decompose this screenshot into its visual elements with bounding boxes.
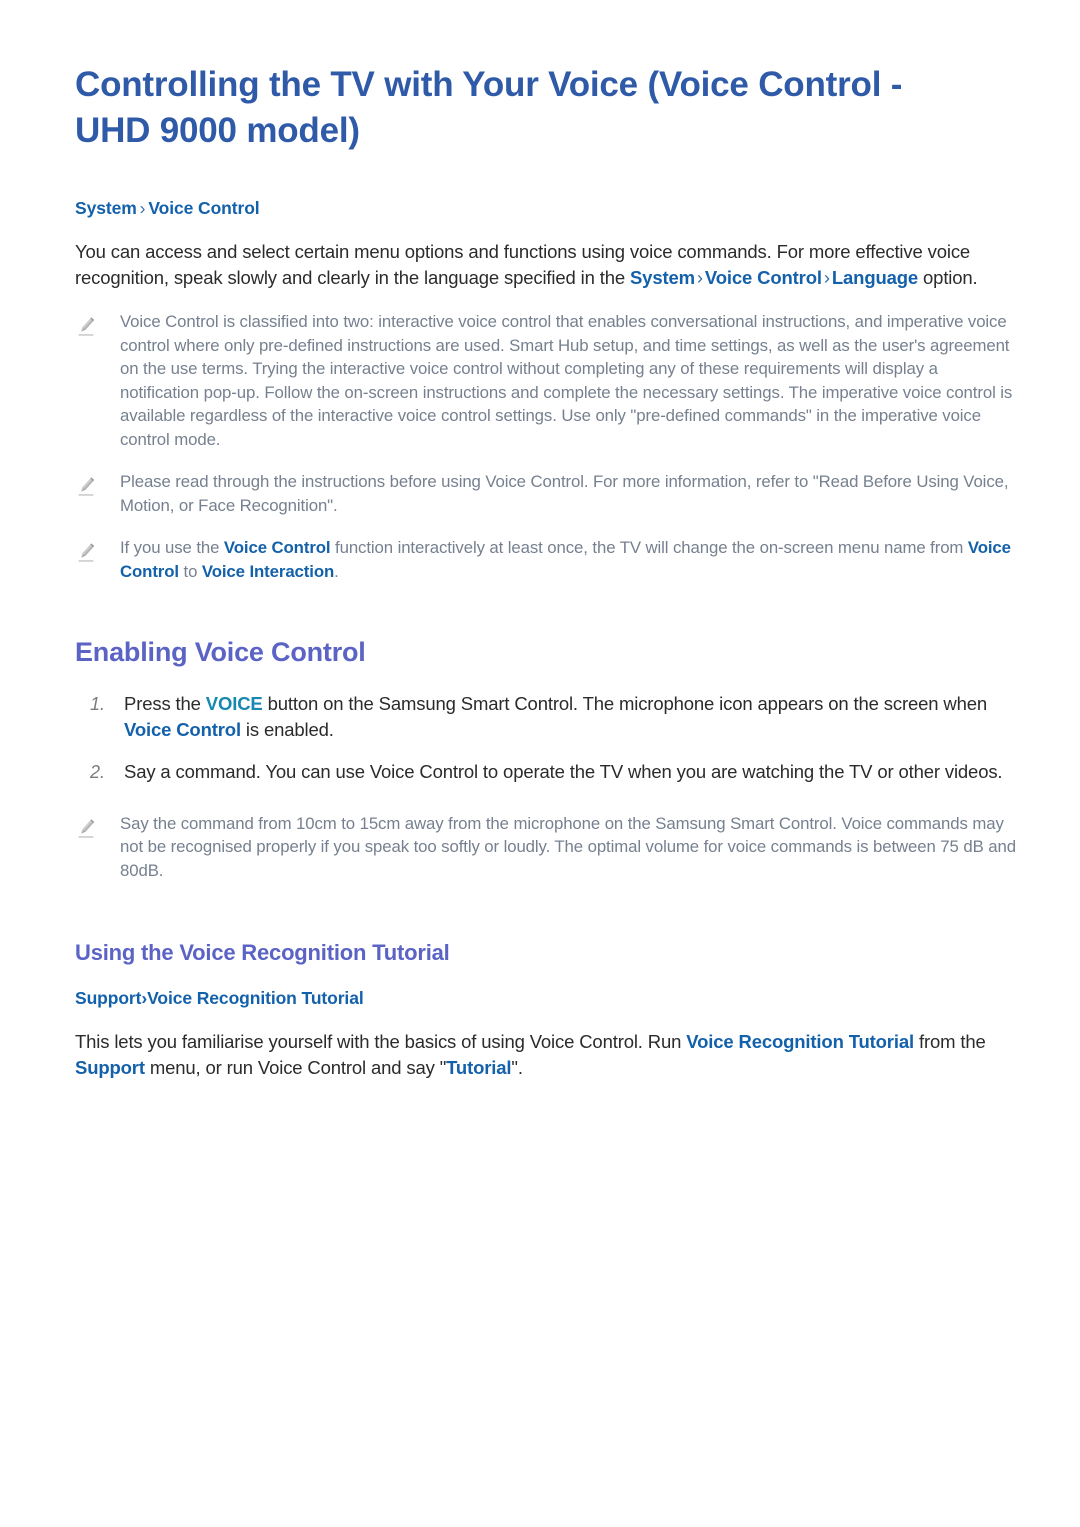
list-item-number: 2.	[89, 762, 105, 783]
page-title: Controlling the TV with Your Voice (Voic…	[75, 65, 903, 151]
chevron-right-icon: ›	[139, 198, 146, 219]
breadcrumb: System › Voice Control	[75, 198, 1020, 219]
breadcrumb-item-support[interactable]: Support	[75, 988, 141, 1008]
pencil-icon	[75, 541, 97, 563]
link-tutorial[interactable]: Tutorial	[446, 1057, 511, 1078]
list-item-text: Press the VOICE button on the Samsung Sm…	[124, 691, 1020, 744]
section-heading-voice-recognition-tutorial: Using the Voice Recognition Tutorial	[75, 940, 450, 966]
note-text-middle: function interactively at least once, th…	[330, 538, 968, 558]
tutorial-paragraph: This lets you familiarise yourself with …	[75, 1029, 1005, 1081]
chevron-right-icon: ›	[823, 267, 830, 289]
link-voice-control[interactable]: Voice Control	[224, 538, 331, 557]
section-heading-enabling-voice-control: Enabling Voice Control	[75, 637, 366, 668]
pencil-icon	[75, 315, 97, 337]
note-text-suffix: .	[334, 561, 339, 581]
pencil-icon	[75, 817, 97, 839]
link-support[interactable]: Support	[75, 1057, 145, 1078]
intro-paragraph: You can access and select certain menu o…	[75, 239, 1005, 291]
step-text-middle: button on the Samsung Smart Control. The…	[262, 692, 988, 714]
tutorial-text-part-3: menu, or run Voice Control and say "	[144, 1057, 447, 1079]
note-item: If you use the Voice Control function in…	[75, 536, 1020, 583]
tutorial-text-part-1: This lets you familiarise yourself with …	[75, 1031, 687, 1053]
link-voice-control[interactable]: Voice Control	[124, 719, 241, 740]
breadcrumb-item-voice-control[interactable]: Voice Control	[148, 198, 259, 218]
note-text: If you use the Voice Control function in…	[120, 536, 1020, 583]
note-item: Voice Control is classified into two: in…	[75, 310, 1020, 451]
link-language[interactable]: Language	[832, 267, 918, 288]
chevron-right-icon: ›	[696, 267, 703, 289]
note-item: Please read through the instructions bef…	[75, 470, 1020, 517]
tutorial-text-part-4: ".	[511, 1057, 523, 1079]
intro-text-part-2: option.	[918, 267, 978, 289]
step-text-suffix: is enabled.	[240, 718, 334, 740]
link-voice-interaction[interactable]: Voice Interaction	[202, 562, 334, 581]
breadcrumb: Support›Voice Recognition Tutorial	[75, 988, 1020, 1009]
link-voice-recognition-tutorial[interactable]: Voice Recognition Tutorial	[686, 1031, 914, 1052]
breadcrumb-item-system[interactable]: System	[75, 198, 137, 218]
link-voice-button[interactable]: VOICE	[206, 693, 263, 714]
note-text-joiner: to	[178, 561, 202, 581]
list-item: 1. Press the VOICE button on the Samsung…	[75, 691, 1020, 744]
list-item-number: 1.	[89, 693, 105, 714]
breadcrumb-item-voice-recognition-tutorial[interactable]: Voice Recognition Tutorial	[147, 988, 364, 1008]
note-text: Say the command from 10cm to 15cm away f…	[120, 813, 1016, 880]
step-text-prefix: Press the	[124, 692, 206, 714]
link-voice-control[interactable]: Voice Control	[705, 267, 822, 288]
pencil-icon	[75, 475, 97, 497]
ordered-list: 1. Press the VOICE button on the Samsung…	[75, 691, 1020, 786]
note-text-prefix: If you use the	[120, 538, 224, 558]
link-system[interactable]: System	[630, 267, 695, 288]
tutorial-text-part-2: from the	[913, 1031, 986, 1053]
note-text: Voice Control is classified into two: in…	[120, 312, 1013, 449]
list-item-text: Say a command. You can use Voice Control…	[124, 761, 1003, 783]
document-page: Controlling the TV with Your Voice (Voic…	[0, 0, 1080, 1527]
note-item: Say the command from 10cm to 15cm away f…	[75, 812, 1020, 883]
list-item: 2. Say a command. You can use Voice Cont…	[75, 759, 1020, 786]
note-text: Please read through the instructions bef…	[120, 472, 1009, 515]
